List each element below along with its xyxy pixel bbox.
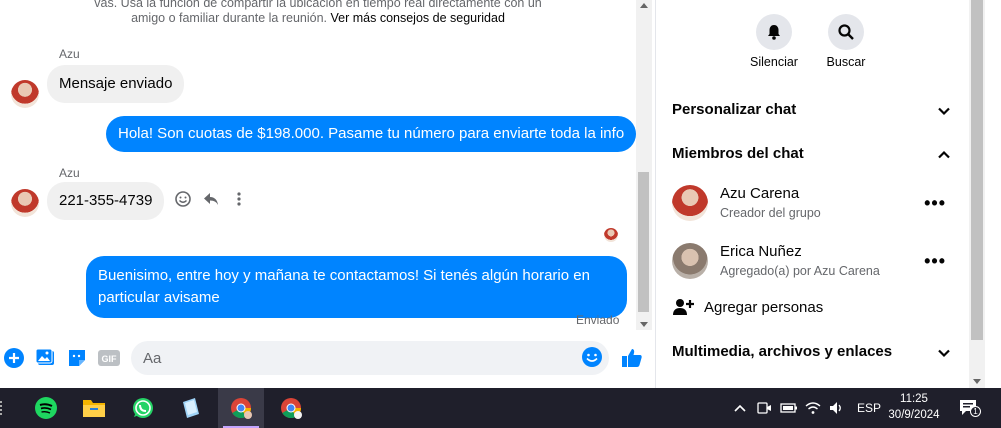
plus-icon[interactable] bbox=[2, 346, 26, 370]
screen: vas. Usa la función de compartir la ubic… bbox=[0, 0, 1001, 428]
page-scrollbar[interactable] bbox=[969, 0, 985, 388]
mute-label: Silenciar bbox=[750, 55, 798, 69]
chat-panel: vas. Usa la función de compartir la ubic… bbox=[0, 0, 655, 388]
composer: GIF bbox=[0, 338, 655, 378]
member-options-button[interactable]: ••• bbox=[924, 193, 946, 214]
window-edge bbox=[985, 0, 1001, 388]
clock[interactable]: 11:25 30/9/2024 bbox=[885, 391, 943, 423]
member-role: Creador del grupo bbox=[720, 206, 821, 220]
incoming-message[interactable]: Mensaje enviado bbox=[47, 65, 185, 103]
sender-name: Azu bbox=[59, 166, 80, 180]
chevron-up-icon[interactable] bbox=[733, 402, 747, 414]
reply-icon[interactable] bbox=[202, 190, 220, 208]
battery-icon[interactable] bbox=[780, 401, 798, 415]
sticker-icon[interactable] bbox=[65, 346, 89, 370]
gif-icon[interactable]: GIF bbox=[97, 346, 121, 370]
customize-chat-label: Personalizar chat bbox=[672, 101, 797, 118]
chrome-profile-icon[interactable] bbox=[268, 388, 314, 428]
gallery-icon[interactable] bbox=[34, 346, 58, 370]
chat-info-panel: Silenciar Buscar Personalizar chat Miemb… bbox=[655, 0, 969, 388]
seen-avatar bbox=[604, 228, 618, 242]
volume-icon[interactable] bbox=[828, 400, 844, 416]
like-icon[interactable] bbox=[620, 346, 644, 370]
add-people-label: Agregar personas bbox=[704, 299, 824, 316]
add-person-icon bbox=[673, 299, 694, 315]
member-options-button[interactable]: ••• bbox=[924, 251, 946, 272]
notifications-button[interactable]: 1 bbox=[958, 398, 981, 418]
outgoing-message[interactable]: Hola! Son cuotas de $198.000. Pasame tu … bbox=[106, 116, 636, 152]
search-label: Buscar bbox=[826, 55, 866, 69]
safety-notice: vas. Usa la función de compartir la ubic… bbox=[0, 0, 636, 26]
avatar[interactable] bbox=[11, 80, 39, 108]
clock-date: 30/9/2024 bbox=[888, 409, 940, 421]
notification-badge: 1 bbox=[970, 406, 981, 417]
bell-icon bbox=[768, 25, 780, 40]
member-role: Agregado(a) por Azu Carena bbox=[720, 264, 880, 278]
scroll-down-arrow[interactable] bbox=[640, 322, 648, 327]
notes-icon[interactable] bbox=[168, 388, 214, 428]
more-options-icon[interactable] bbox=[230, 190, 248, 208]
media-files-links-label: Multimedia, archivos y enlaces bbox=[672, 343, 893, 360]
taskbar-edge bbox=[0, 401, 3, 415]
mute-button[interactable] bbox=[756, 14, 792, 50]
chevron-down-icon bbox=[938, 349, 950, 358]
language-indicator[interactable]: ESP bbox=[857, 401, 881, 415]
scroll-down-arrow[interactable] bbox=[973, 379, 981, 384]
avatar[interactable] bbox=[11, 189, 39, 217]
search-icon bbox=[838, 24, 854, 40]
member-name: Erica Nuñez bbox=[720, 243, 802, 260]
file-explorer-icon[interactable] bbox=[71, 388, 117, 428]
whatsapp-icon[interactable] bbox=[120, 388, 166, 428]
chrome-icon[interactable] bbox=[218, 388, 264, 428]
scroll-thumb[interactable] bbox=[638, 172, 649, 312]
search-button[interactable] bbox=[828, 14, 864, 50]
message-actions bbox=[174, 190, 248, 208]
wifi-icon[interactable] bbox=[805, 400, 821, 416]
member-row[interactable]: Erica Nuñez Agregado(a) por Azu Carena •… bbox=[672, 239, 962, 283]
message-status: Enviado bbox=[576, 313, 620, 327]
chevron-down-icon bbox=[938, 107, 950, 116]
add-people-button[interactable]: Agregar personas bbox=[672, 296, 823, 322]
meet-icon[interactable] bbox=[756, 400, 772, 416]
avatar bbox=[672, 185, 708, 221]
emoji-icon[interactable] bbox=[581, 346, 605, 370]
spotify-icon[interactable] bbox=[23, 388, 69, 428]
clock-time: 11:25 bbox=[900, 393, 928, 405]
svg-text:GIF: GIF bbox=[102, 354, 118, 364]
message-input[interactable] bbox=[131, 341, 609, 375]
outgoing-message[interactable]: Buenisimo, entre hoy y mañana te contact… bbox=[86, 256, 627, 318]
react-icon[interactable] bbox=[174, 190, 192, 208]
incoming-message[interactable]: 221-355-4739 bbox=[47, 182, 165, 220]
safety-tips-link[interactable]: Ver más consejos de seguridad bbox=[331, 11, 505, 25]
scroll-up-arrow[interactable] bbox=[640, 3, 648, 8]
chat-scrollbar[interactable] bbox=[636, 0, 652, 330]
scroll-thumb[interactable] bbox=[971, 0, 983, 340]
sender-name: Azu bbox=[59, 47, 80, 61]
chevron-up-icon bbox=[938, 150, 950, 159]
member-row[interactable]: Azu Carena Creador del grupo ••• bbox=[672, 181, 962, 225]
message-list[interactable]: vas. Usa la función de compartir la ubic… bbox=[0, 0, 636, 330]
avatar bbox=[672, 243, 708, 279]
member-name: Azu Carena bbox=[720, 185, 800, 202]
chat-members-label: Miembros del chat bbox=[672, 145, 804, 162]
safety-notice-line1: vas. Usa la función de compartir la ubic… bbox=[94, 0, 542, 10]
safety-notice-line2: amigo o familiar durante la reunión. bbox=[131, 11, 328, 25]
taskbar: ESP 11:25 30/9/2024 1 bbox=[0, 388, 1001, 428]
